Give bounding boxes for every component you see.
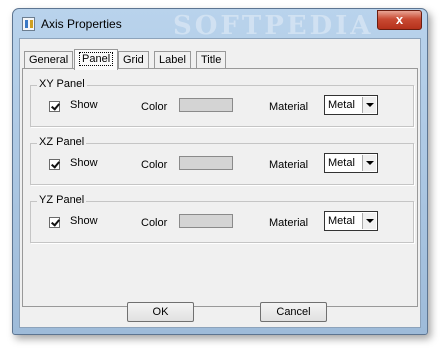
tab-general[interactable]: General <box>24 51 74 69</box>
show-checkbox[interactable] <box>49 159 60 170</box>
color-label: Color <box>141 101 168 113</box>
color-swatch[interactable] <box>179 98 233 112</box>
panel-tab-content: XY Panel Show Color Material Metal XZ Pa… <box>22 68 418 307</box>
close-icon: x <box>395 12 404 27</box>
tab-label[interactable]: Label <box>154 51 191 69</box>
show-label: Show <box>70 215 98 227</box>
material-select[interactable]: Metal <box>324 153 378 173</box>
tab-title[interactable]: Title <box>196 51 227 69</box>
material-label: Material <box>269 159 309 171</box>
ok-button[interactable]: OK <box>127 302 194 322</box>
material-label: Material <box>269 101 309 113</box>
dialog-body: General Panel Grid Label Title XY Panel … <box>19 38 421 328</box>
material-label: Material <box>269 217 309 229</box>
material-value: Metal <box>328 99 355 111</box>
axis-properties-window: Axis Properties SOFTPEDIA x General Pane… <box>12 8 428 335</box>
material-value: Metal <box>328 215 355 227</box>
color-label: Color <box>141 217 168 229</box>
material-value: Metal <box>328 157 355 169</box>
tab-grid[interactable]: Grid <box>118 51 149 69</box>
color-label: Color <box>141 159 168 171</box>
show-checkbox[interactable] <box>49 217 60 228</box>
title-bar[interactable]: Axis Properties SOFTPEDIA x <box>13 9 427 41</box>
xy-panel-group: XY Panel Show Color Material Metal <box>30 78 414 127</box>
show-label: Show <box>70 99 98 111</box>
material-select[interactable]: Metal <box>324 211 378 231</box>
color-swatch[interactable] <box>179 214 233 228</box>
color-swatch[interactable] <box>179 156 233 170</box>
chevron-down-icon[interactable] <box>362 155 376 171</box>
tab-panel[interactable]: Panel <box>74 49 119 70</box>
window-title: Axis Properties <box>41 17 122 31</box>
group-legend: XY Panel <box>37 78 87 90</box>
chevron-down-icon[interactable] <box>362 213 376 229</box>
material-select[interactable]: Metal <box>324 95 378 115</box>
chevron-down-icon[interactable] <box>362 97 376 113</box>
xz-panel-group: XZ Panel Show Color Material Metal <box>30 136 414 185</box>
cancel-button[interactable]: Cancel <box>260 302 327 322</box>
yz-panel-group: YZ Panel Show Color Material Metal <box>30 194 414 243</box>
watermark: SOFTPEDIA <box>173 11 374 41</box>
show-label: Show <box>70 157 98 169</box>
close-button[interactable]: x <box>377 10 422 30</box>
group-legend: XZ Panel <box>37 136 87 148</box>
group-legend: YZ Panel <box>37 194 87 206</box>
show-checkbox[interactable] <box>49 101 60 112</box>
app-icon <box>22 17 35 31</box>
